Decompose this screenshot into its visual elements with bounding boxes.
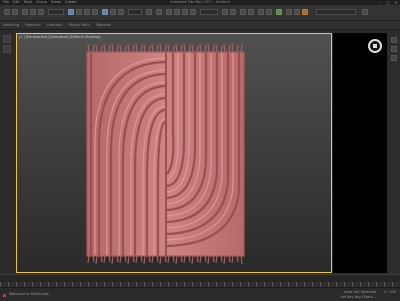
right-tool-strip bbox=[388, 33, 400, 273]
curve-editor-icon[interactable] bbox=[258, 9, 264, 15]
create-panel-icon[interactable] bbox=[391, 37, 397, 43]
main-toolbar bbox=[0, 5, 400, 21]
scene-explorer-icon[interactable] bbox=[3, 35, 11, 43]
tab-selection[interactable]: Selection bbox=[47, 23, 63, 27]
selection-filter-dropdown[interactable] bbox=[48, 9, 64, 15]
mirror-icon[interactable] bbox=[222, 9, 228, 15]
hierarchy-panel-icon[interactable] bbox=[391, 55, 397, 61]
layer-explorer-icon[interactable] bbox=[240, 9, 246, 15]
display-filter-icon[interactable] bbox=[3, 45, 11, 53]
window-crossing-icon[interactable] bbox=[92, 9, 98, 15]
unlink-icon[interactable] bbox=[30, 9, 36, 15]
render-setup-icon[interactable] bbox=[286, 9, 292, 15]
link-icon[interactable] bbox=[22, 9, 28, 15]
percent-snap-icon[interactable] bbox=[182, 9, 188, 15]
auto-key-label[interactable]: Auto Key Selected bbox=[344, 290, 376, 294]
rug-model[interactable] bbox=[17, 34, 331, 272]
material-editor-icon[interactable] bbox=[276, 9, 282, 15]
spinner-snap-icon[interactable] bbox=[190, 9, 196, 15]
render-production-icon[interactable] bbox=[302, 9, 308, 15]
workspace-dropdown[interactable] bbox=[316, 9, 356, 15]
select-object-icon[interactable] bbox=[68, 9, 74, 15]
scale-icon[interactable] bbox=[118, 9, 124, 15]
align-icon[interactable] bbox=[230, 9, 236, 15]
left-tool-strip bbox=[0, 31, 14, 271]
command-panel-area bbox=[333, 33, 387, 273]
tab-modeling[interactable]: Modeling bbox=[3, 23, 19, 27]
ribbon: Modeling Freeform Selection Object Paint… bbox=[0, 21, 400, 30]
modify-panel-icon[interactable] bbox=[391, 46, 397, 52]
tab-populate[interactable]: Populate bbox=[96, 23, 111, 27]
select-manipulate-icon[interactable] bbox=[156, 9, 162, 15]
move-icon[interactable] bbox=[102, 9, 108, 15]
set-key-label[interactable]: Set Key Key Filters... bbox=[340, 295, 376, 299]
tab-freeform[interactable]: Freeform bbox=[25, 23, 41, 27]
tab-object-paint[interactable]: Object Paint bbox=[69, 23, 90, 27]
rotate-icon[interactable] bbox=[110, 9, 116, 15]
steering-wheel-icon[interactable] bbox=[368, 39, 382, 53]
region-select-icon[interactable] bbox=[84, 9, 90, 15]
named-selection-dropdown[interactable] bbox=[200, 9, 218, 15]
pivot-center-icon[interactable] bbox=[146, 9, 152, 15]
snap-toggle-icon[interactable] bbox=[166, 9, 172, 15]
rendered-frame-window-icon[interactable] bbox=[294, 9, 300, 15]
schematic-view-icon[interactable] bbox=[266, 9, 272, 15]
select-by-name-icon[interactable] bbox=[76, 9, 82, 15]
status-bar: Welcome to MAXScript. Auto Key Selected … bbox=[0, 287, 400, 301]
angle-snap-icon[interactable] bbox=[174, 9, 180, 15]
viewport-label[interactable]: [+] [Perspective] [Standard] [Default Sh… bbox=[19, 35, 101, 39]
maxscript-listener-icon[interactable] bbox=[3, 294, 6, 297]
undo-icon[interactable] bbox=[4, 9, 10, 15]
frame-counter: 0 / 100 bbox=[383, 290, 396, 294]
perspective-viewport[interactable] bbox=[16, 33, 332, 273]
redo-icon[interactable] bbox=[12, 9, 18, 15]
help-icon[interactable] bbox=[362, 9, 368, 15]
bind-space-warp-icon[interactable] bbox=[38, 9, 44, 15]
ribbon-toggle-icon[interactable] bbox=[248, 9, 254, 15]
status-prompt: Welcome to MAXScript. bbox=[9, 292, 50, 296]
reference-coordinate-dropdown[interactable] bbox=[128, 9, 142, 15]
